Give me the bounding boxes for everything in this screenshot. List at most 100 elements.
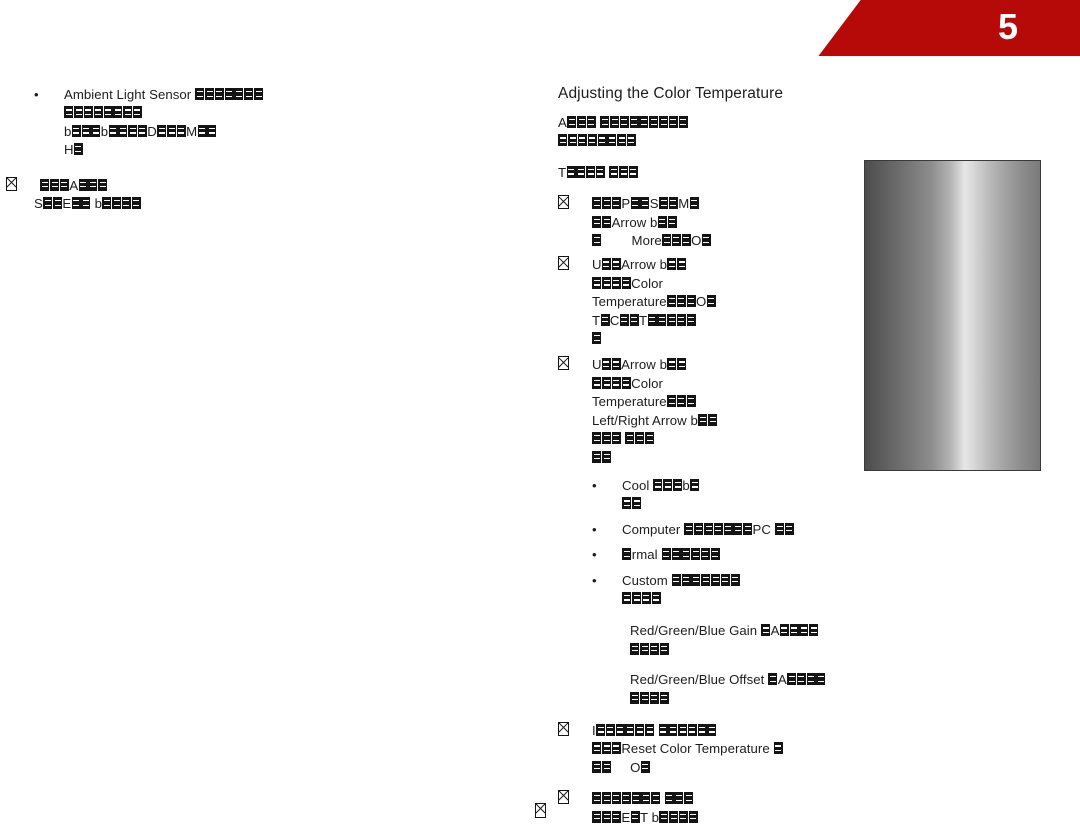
missing-glyph-box — [602, 197, 612, 210]
missing-glyph-box — [640, 691, 650, 704]
missing-glyph-box — [684, 522, 694, 535]
missing-glyph-box — [667, 295, 677, 308]
missing-glyph-box — [610, 116, 620, 128]
missing-glyph-box — [707, 723, 717, 736]
missing-glyph-box — [592, 432, 602, 445]
missing-glyph-box — [118, 124, 128, 137]
missing-glyph-box — [40, 178, 50, 191]
text-line: Reset Color Temperature — [592, 740, 858, 758]
missing-glyph-box — [640, 197, 650, 210]
list-item-body: Custom — [622, 572, 858, 609]
missing-glyph-box — [567, 116, 577, 128]
missing-glyph-box — [773, 742, 783, 755]
bullet-dot-icon: • — [592, 521, 597, 537]
missing-glyph-box — [577, 134, 587, 147]
text-line — [592, 449, 858, 467]
missing-glyph-box — [602, 742, 612, 755]
missing-glyph-box — [602, 760, 612, 773]
missing-glyph-box — [686, 313, 696, 326]
color-temperature-gradient-figure — [864, 160, 1041, 471]
missing-glyph-box — [632, 591, 642, 604]
missing-glyph-box — [597, 134, 607, 147]
missing-glyph-box — [659, 691, 669, 704]
missing-glyph-box — [611, 742, 621, 755]
missing-glyph-box — [689, 197, 699, 210]
missing-glyph-box — [81, 197, 91, 210]
missing-glyph-box — [779, 624, 789, 637]
missing-glyph-box — [128, 124, 138, 137]
missing-glyph-box — [611, 358, 621, 371]
missing-glyph-box — [611, 276, 621, 289]
text-line: More O — [592, 232, 858, 250]
text-line — [630, 690, 858, 708]
missing-glyph-box — [663, 478, 673, 491]
text-line: A — [40, 177, 514, 195]
missing-glyph-box — [796, 673, 806, 686]
missing-glyph-box — [645, 723, 655, 736]
missing-glyph-box — [592, 376, 602, 389]
missing-glyph-box — [602, 432, 612, 445]
missing-glyph-box — [668, 197, 678, 210]
text-line: Arrow b — [592, 214, 858, 232]
list-item-body: U Arrow b Color Temperature O TCT — [592, 256, 858, 348]
missing-glyph-box — [622, 548, 632, 561]
missing-glyph-box — [706, 295, 716, 308]
text-line: SE b — [34, 195, 514, 213]
missing-glyph-box — [686, 295, 696, 308]
missing-glyph-box — [671, 573, 681, 586]
missing-glyph-box — [74, 106, 84, 119]
list-item-body: U Arrow b Color Temperature Left/Right Ar… — [592, 356, 858, 708]
bullet-dot-icon: • — [592, 547, 597, 563]
missing-glyph-box — [704, 522, 714, 535]
missing-glyph-box — [640, 760, 650, 773]
text-line: A — [558, 114, 858, 132]
chapter-number: 5 — [997, 6, 1018, 47]
missing-glyph-box — [657, 313, 667, 326]
missing-glyph-box — [632, 497, 642, 510]
missing-glyph-box — [595, 165, 605, 178]
missing-glyph-box — [659, 116, 668, 128]
missing-glyph-box — [558, 134, 568, 147]
missing-glyph-box — [768, 673, 778, 686]
text-line — [592, 330, 858, 348]
missing-glyph-box — [787, 673, 797, 686]
missing-glyph-box — [157, 124, 167, 137]
text-line — [622, 590, 858, 608]
missing-glyph-box — [592, 276, 602, 289]
missing-glyph-box — [668, 116, 678, 128]
missing-glyph-box — [649, 691, 659, 704]
missing-glyph-box — [132, 106, 142, 119]
missing-glyph-box — [587, 134, 597, 147]
list-item-body: PSM Arrow b More O — [592, 195, 858, 250]
page-title: Adjusting the Color Temperature — [558, 85, 784, 102]
list-item: U Arrow b Color Temperature Left/Right Ar… — [558, 356, 858, 708]
missing-glyph-box — [53, 197, 63, 210]
missing-glyph-box — [661, 548, 671, 561]
list-item: U Arrow b Color Temperature O TCT — [558, 256, 858, 348]
missing-glyph-box — [710, 548, 720, 561]
left-column: • Ambient Light Sensor bbDM H A SE b — [6, 0, 514, 213]
text-line: Color — [592, 275, 858, 293]
missing-glyph-box — [686, 395, 696, 408]
list-item: • rmal — [592, 546, 858, 564]
missing-glyph-box — [6, 176, 18, 191]
text-line: TCT — [592, 312, 858, 330]
text-line: Color — [592, 375, 858, 393]
missing-glyph-box — [78, 178, 88, 191]
notdef-marker-icon — [558, 256, 592, 274]
missing-glyph-box — [694, 522, 704, 535]
missing-glyph-box — [102, 197, 112, 210]
missing-glyph-box — [71, 197, 81, 210]
missing-glyph-box — [244, 88, 254, 100]
missing-glyph-box — [681, 234, 691, 247]
text-line: U Arrow b — [592, 356, 858, 374]
list-item: I Reset Color Temperature O — [558, 721, 858, 777]
missing-glyph-box — [592, 234, 602, 247]
missing-glyph-box — [720, 573, 730, 586]
missing-glyph-box — [645, 432, 655, 445]
text-line: PSM — [592, 195, 858, 213]
missing-glyph-box — [799, 624, 809, 637]
missing-glyph-box — [659, 197, 669, 210]
missing-glyph-box — [676, 395, 686, 408]
missing-glyph-box — [629, 313, 639, 326]
